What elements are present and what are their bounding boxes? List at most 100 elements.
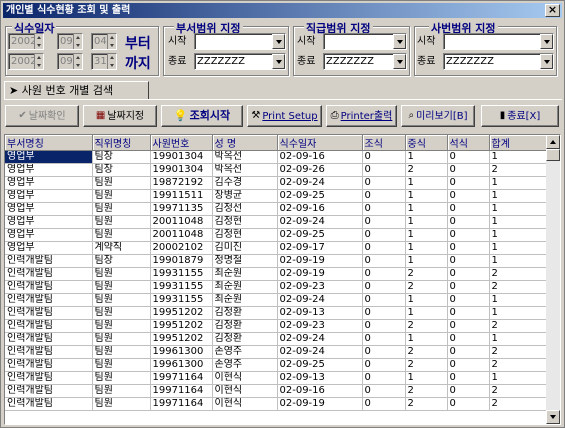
table-row[interactable]: 영업부 팀장 19901304 박옥선 02-09-26 0 2 0 2 xyxy=(5,163,547,177)
table-cell: 1 xyxy=(405,150,448,164)
table-cell: 2 xyxy=(489,267,547,281)
table-row[interactable]: 영업부 팀원 19911511 창병균 02-09-25 0 1 0 1 xyxy=(5,189,547,203)
table-cell: 영업부 xyxy=(5,202,93,216)
table-cell: 손영주 xyxy=(212,345,278,359)
column-header[interactable]: 부서명칭 xyxy=(5,135,93,151)
to-year-input[interactable]: 2002 xyxy=(8,53,44,70)
table-row[interactable]: 인력개발팀 팀원 19951202 김정환 02-09-23 0 2 0 2 xyxy=(5,319,547,333)
emp-end-select[interactable]: ZZZZZZZ xyxy=(443,53,554,70)
dept-end-select[interactable]: ZZZZZZZ xyxy=(194,53,286,70)
column-header[interactable]: 중식 xyxy=(405,135,448,151)
printer-output-button[interactable]: ⎙ Printer출력 xyxy=(326,105,397,127)
date-confirm-button[interactable]: ✔ 날짜확인 xyxy=(5,105,79,127)
scroll-down-icon[interactable] xyxy=(546,410,560,424)
preview-button[interactable]: ⌕ 미리보기[B] xyxy=(401,105,475,127)
table-cell: 인력개발팀 xyxy=(5,293,93,307)
table-cell: 팀원 xyxy=(92,358,151,372)
dept-start-dropdown-icon[interactable] xyxy=(272,34,285,49)
table-row[interactable]: 인력개발팀 팀원 19931155 최순원 02-09-24 0 1 0 1 xyxy=(5,293,547,307)
table-row[interactable]: 인력개발팀 팀원 19931155 최순원 02-09-23 0 2 0 2 xyxy=(5,280,547,294)
table-row[interactable]: 인력개발팀 팀원 19951202 김정환 02-09-13 0 1 0 1 xyxy=(5,306,547,320)
to-month-input[interactable]: 09 xyxy=(57,53,83,70)
table-cell: 0 xyxy=(362,306,406,320)
column-header[interactable]: 석식 xyxy=(447,135,490,151)
table-cell: 0 xyxy=(447,202,490,216)
table-cell: 19961300 xyxy=(150,358,213,372)
table-row[interactable]: 인력개발팀 팀원 19971164 이현식 02-09-19 0 2 0 2 xyxy=(5,397,547,411)
to-year-spinner[interactable] xyxy=(34,54,43,69)
table-row[interactable]: 영업부 팀원 19872192 김수경 02-09-24 0 1 0 1 xyxy=(5,176,547,190)
print-setup-button[interactable]: ⚒ Print Setup xyxy=(247,105,322,127)
from-day-input[interactable]: 04 xyxy=(91,33,117,50)
emp-start-select[interactable] xyxy=(443,33,554,50)
table-row[interactable]: 영업부 팀원 20011048 김정현 02-09-25 0 1 0 1 xyxy=(5,228,547,242)
dept-end-dropdown-icon[interactable] xyxy=(272,54,285,69)
table-cell: 1 xyxy=(405,332,448,346)
table-cell: 팀장 xyxy=(92,163,151,177)
to-day-input[interactable]: 31 xyxy=(91,53,117,70)
table-cell: 1 xyxy=(489,189,547,203)
door-icon: ▮ xyxy=(499,110,506,121)
from-year-spinner[interactable] xyxy=(34,34,43,49)
table-cell: 0 xyxy=(362,267,406,281)
vertical-scrollbar[interactable] xyxy=(546,135,560,424)
table-cell: 19931155 xyxy=(150,267,213,281)
emp-end-dropdown-icon[interactable] xyxy=(540,54,553,69)
rank-end-dropdown-icon[interactable] xyxy=(393,54,406,69)
table-cell: 02-09-19 xyxy=(277,397,363,411)
table-cell: 영업부 xyxy=(5,176,93,190)
table-row[interactable]: 인력개발팀 팀원 19931155 최순원 02-09-19 0 2 0 2 xyxy=(5,267,547,281)
table-cell: 02-09-13 xyxy=(277,306,363,320)
result-grid[interactable]: 부서명칭 직위명칭 사원번호 성 명 식수일자 조식 중식 석식 합계 영업부 팀… xyxy=(4,134,561,425)
table-cell: 0 xyxy=(362,228,406,242)
table-row[interactable]: 영업부 팀원 19971135 김정선 02-09-16 0 1 0 1 xyxy=(5,202,547,216)
emp-end-label: 종료 xyxy=(417,56,436,67)
rank-end-select[interactable]: ZZZZZZZ xyxy=(323,53,407,70)
table-row[interactable]: 인력개발팀 팀원 19971164 이현식 02-09-13 0 1 0 1 xyxy=(5,371,547,385)
rank-start-select[interactable] xyxy=(323,33,407,50)
table-row[interactable]: 인력개발팀 팀장 19901879 정명철 02-09-19 0 1 0 1 xyxy=(5,254,547,268)
table-cell: 19931155 xyxy=(150,280,213,294)
table-row[interactable]: 영업부 계약직 20002102 김미진 02-09-17 0 1 0 1 xyxy=(5,241,547,255)
table-row[interactable]: 인력개발팀 팀원 19971164 이현식 02-09-16 0 2 0 2 xyxy=(5,384,547,398)
table-cell: 19971135 xyxy=(150,202,213,216)
column-header[interactable]: 직위명칭 xyxy=(92,135,151,151)
column-header[interactable]: 식수일자 xyxy=(277,135,363,151)
preview-icon: ⌕ xyxy=(408,110,415,121)
from-month-input[interactable]: 09 xyxy=(57,33,83,50)
table-cell: 0 xyxy=(447,241,490,255)
column-header[interactable]: 조식 xyxy=(362,135,406,151)
date-set-button[interactable]: ▦ 날짜지정 xyxy=(83,105,157,127)
table-cell: 영업부 xyxy=(5,150,93,164)
scroll-thumb[interactable] xyxy=(546,149,560,161)
table-cell: 1 xyxy=(489,241,547,255)
table-cell: 0 xyxy=(447,397,490,411)
dept-start-select[interactable] xyxy=(194,33,286,50)
table-cell: 팀원 xyxy=(92,293,151,307)
rank-start-dropdown-icon[interactable] xyxy=(393,34,406,49)
table-cell: 1 xyxy=(489,150,547,164)
table-cell: 0 xyxy=(447,319,490,333)
from-month-spinner[interactable] xyxy=(73,34,82,49)
tab-employee-search[interactable]: ➤ 사원 번호 개별 검색 xyxy=(4,81,149,100)
search-start-button[interactable]: 💡 조회시작 xyxy=(161,105,243,127)
column-header[interactable]: 사원번호 xyxy=(150,135,213,151)
table-row[interactable]: 인력개발팀 팀원 19951202 김정환 02-09-24 0 1 0 1 xyxy=(5,332,547,346)
table-cell: 19971164 xyxy=(150,371,213,385)
table-cell: 02-09-25 xyxy=(277,189,363,203)
table-row[interactable]: 인력개발팀 팀원 19961300 손영주 02-09-25 0 2 0 2 xyxy=(5,358,547,372)
table-row[interactable]: 영업부 팀원 20011048 김정현 02-09-24 0 1 0 1 xyxy=(5,215,547,229)
to-day-spinner[interactable] xyxy=(107,54,116,69)
emp-start-dropdown-icon[interactable] xyxy=(540,34,553,49)
close-button[interactable]: × xyxy=(545,4,560,17)
exit-button[interactable]: ▮ 종료[X] xyxy=(481,105,559,127)
table-row[interactable]: 영업부 팀장 19901304 박옥선 02-09-16 0 1 0 1 xyxy=(5,150,547,164)
from-day-spinner[interactable] xyxy=(107,34,116,49)
column-header[interactable]: 합계 xyxy=(489,135,547,151)
to-month-spinner[interactable] xyxy=(73,54,82,69)
column-header[interactable]: 성 명 xyxy=(212,135,278,151)
from-year-input[interactable]: 2002 xyxy=(8,33,44,50)
table-cell: 19961300 xyxy=(150,345,213,359)
scroll-up-icon[interactable] xyxy=(546,135,560,149)
table-row[interactable]: 인력개발팀 팀원 19961300 손영주 02-09-24 0 2 0 2 xyxy=(5,345,547,359)
